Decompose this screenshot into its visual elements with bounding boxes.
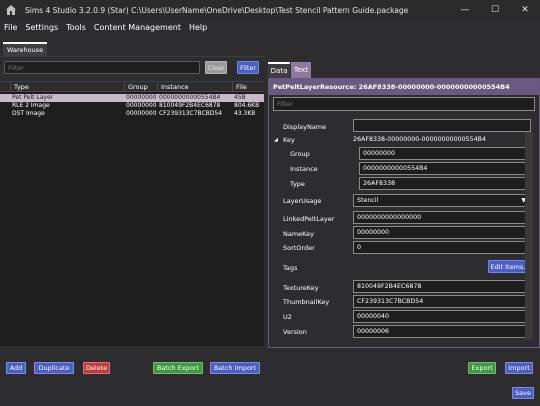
column-file[interactable]: File xyxy=(232,82,264,92)
menu-content-management[interactable]: Content Management xyxy=(94,23,181,32)
duplicate-button[interactable]: Duplicate xyxy=(34,362,74,374)
tab-divider xyxy=(0,56,264,57)
collapse-key-icon[interactable]: ◢ xyxy=(274,137,278,143)
apply-filter-button[interactable]: Filter xyxy=(237,61,259,74)
resource-grid: Type Group Instance File Pet Pelt Layer … xyxy=(0,81,264,352)
title-bar: Sims 4 Studio 3.2.0.9 (Star) C:\Users\Us… xyxy=(0,0,540,20)
tags-label: Tags xyxy=(283,264,298,272)
cell-group: 00000000 xyxy=(126,110,157,117)
linked-pelt-layer-field[interactable]: 0000000000000000 xyxy=(353,211,531,224)
instance-field[interactable]: 00000000000554B4 xyxy=(359,162,532,175)
table-row[interactable]: RLE 2 Image 00000000 810049F2B4EC6878 80… xyxy=(0,102,264,110)
menu-settings[interactable]: Settings xyxy=(25,23,58,32)
thumbnail-key-field[interactable]: CF239313C7BCBD54 xyxy=(353,295,531,308)
column-instance[interactable]: Instance xyxy=(157,82,232,92)
add-button[interactable]: Add xyxy=(6,362,26,374)
texture-key-field[interactable]: 810049F2B4EC6878 xyxy=(353,280,531,293)
group-label: Group xyxy=(290,150,310,158)
menu-tools[interactable]: Tools xyxy=(66,23,86,32)
close-button[interactable]: ✕ xyxy=(510,0,540,20)
cell-file: 45B xyxy=(234,94,246,101)
tab-data[interactable]: Data xyxy=(268,62,290,78)
menu-help[interactable]: Help xyxy=(189,23,207,32)
column-group[interactable]: Group xyxy=(124,82,157,92)
warehouse-panel: Warehouse Clear Filter Type Group Instan… xyxy=(0,38,264,354)
window-title: Sims 4 Studio 3.2.0.9 (Star) C:\Users\Us… xyxy=(25,5,409,15)
property-filter-input[interactable] xyxy=(273,97,535,111)
resource-header: PetPeltLayerResource: 26AF8338-00000000-… xyxy=(269,79,539,95)
name-key-label: NameKey xyxy=(283,230,314,238)
cell-type: Pet Pelt Layer xyxy=(12,94,54,101)
texture-key-label: TextureKey xyxy=(283,284,319,292)
version-field[interactable]: 00000006 xyxy=(353,325,531,338)
cell-instance: 00000000000554B4 xyxy=(159,94,221,101)
maximize-button[interactable]: ☐ xyxy=(480,0,510,20)
cell-instance: CF239313C7BCBD54 xyxy=(159,110,223,117)
minimize-button[interactable]: — xyxy=(450,0,480,20)
column-type[interactable]: Type xyxy=(10,82,124,92)
grid-horizontal-scrollbar[interactable] xyxy=(0,346,264,352)
export-button[interactable]: Export xyxy=(468,362,496,374)
cell-type: RLE 2 Image xyxy=(12,102,50,109)
cell-instance: 810049F2B4EC6878 xyxy=(159,102,221,109)
tab-warehouse[interactable]: Warehouse xyxy=(3,42,48,56)
key-label: Key xyxy=(283,136,295,144)
import-button[interactable]: Import xyxy=(505,362,533,374)
sort-order-label: SortOrder xyxy=(283,244,315,252)
cell-file: 43.3KB xyxy=(234,110,256,117)
layer-usage-label: LayerUsage xyxy=(283,197,322,205)
layer-usage-select[interactable]: Stencil ▼ xyxy=(353,194,531,207)
sort-order-field[interactable]: 0 xyxy=(353,241,531,254)
batch-export-button[interactable]: Batch Export xyxy=(153,362,203,374)
type-label: Type xyxy=(290,180,305,188)
clear-filter-button[interactable]: Clear xyxy=(205,61,227,74)
name-key-field[interactable]: 00000000 xyxy=(353,226,531,239)
u2-label: U2 xyxy=(283,313,292,321)
cell-type: DST Image xyxy=(12,110,45,117)
table-row[interactable]: Pet Pelt Layer 00000000 00000000000554B4… xyxy=(0,94,264,102)
batch-import-button[interactable]: Batch Import xyxy=(210,362,260,374)
thumbnail-key-label: ThumbnailKey xyxy=(283,298,330,306)
app-house-icon xyxy=(6,5,16,15)
menu-file[interactable]: File xyxy=(4,23,17,32)
properties-panel: Data Text PetPeltLayerResource: 26AF8338… xyxy=(265,58,540,348)
display-name-label: DisplayName xyxy=(283,123,327,131)
layer-usage-value: Stencil xyxy=(357,197,379,204)
grid-header: Type Group Instance File xyxy=(0,82,264,92)
table-row[interactable]: DST Image 00000000 CF239313C7BCBD54 43.3… xyxy=(0,110,264,118)
group-field[interactable]: 00000000 xyxy=(359,147,532,160)
properties-scrollbar[interactable] xyxy=(525,132,533,340)
property-grid: PetPeltLayerResource: 26AF8338-00000000-… xyxy=(268,78,540,348)
cell-group: 00000000 xyxy=(126,102,157,109)
key-value: 26AF8338-00000000-00000000000554B4 xyxy=(353,136,486,143)
tab-text[interactable]: Text xyxy=(291,62,311,78)
type-field[interactable]: 26AF8338 xyxy=(359,177,532,190)
cell-file: 804.6KB xyxy=(234,102,260,109)
warehouse-filter-input[interactable] xyxy=(4,61,200,74)
instance-label: Instance xyxy=(290,165,318,173)
linked-pelt-layer-label: LinkedPeltLayer xyxy=(283,215,335,223)
menu-bar: File Settings Tools Content Management H… xyxy=(0,20,540,34)
u2-field[interactable]: 00000040 xyxy=(353,310,531,323)
cell-group: 00000000 xyxy=(126,94,157,101)
delete-button[interactable]: Delete xyxy=(83,362,110,374)
save-button[interactable]: Save xyxy=(512,387,534,399)
display-name-field[interactable] xyxy=(353,119,531,132)
version-label: Version xyxy=(283,328,307,336)
